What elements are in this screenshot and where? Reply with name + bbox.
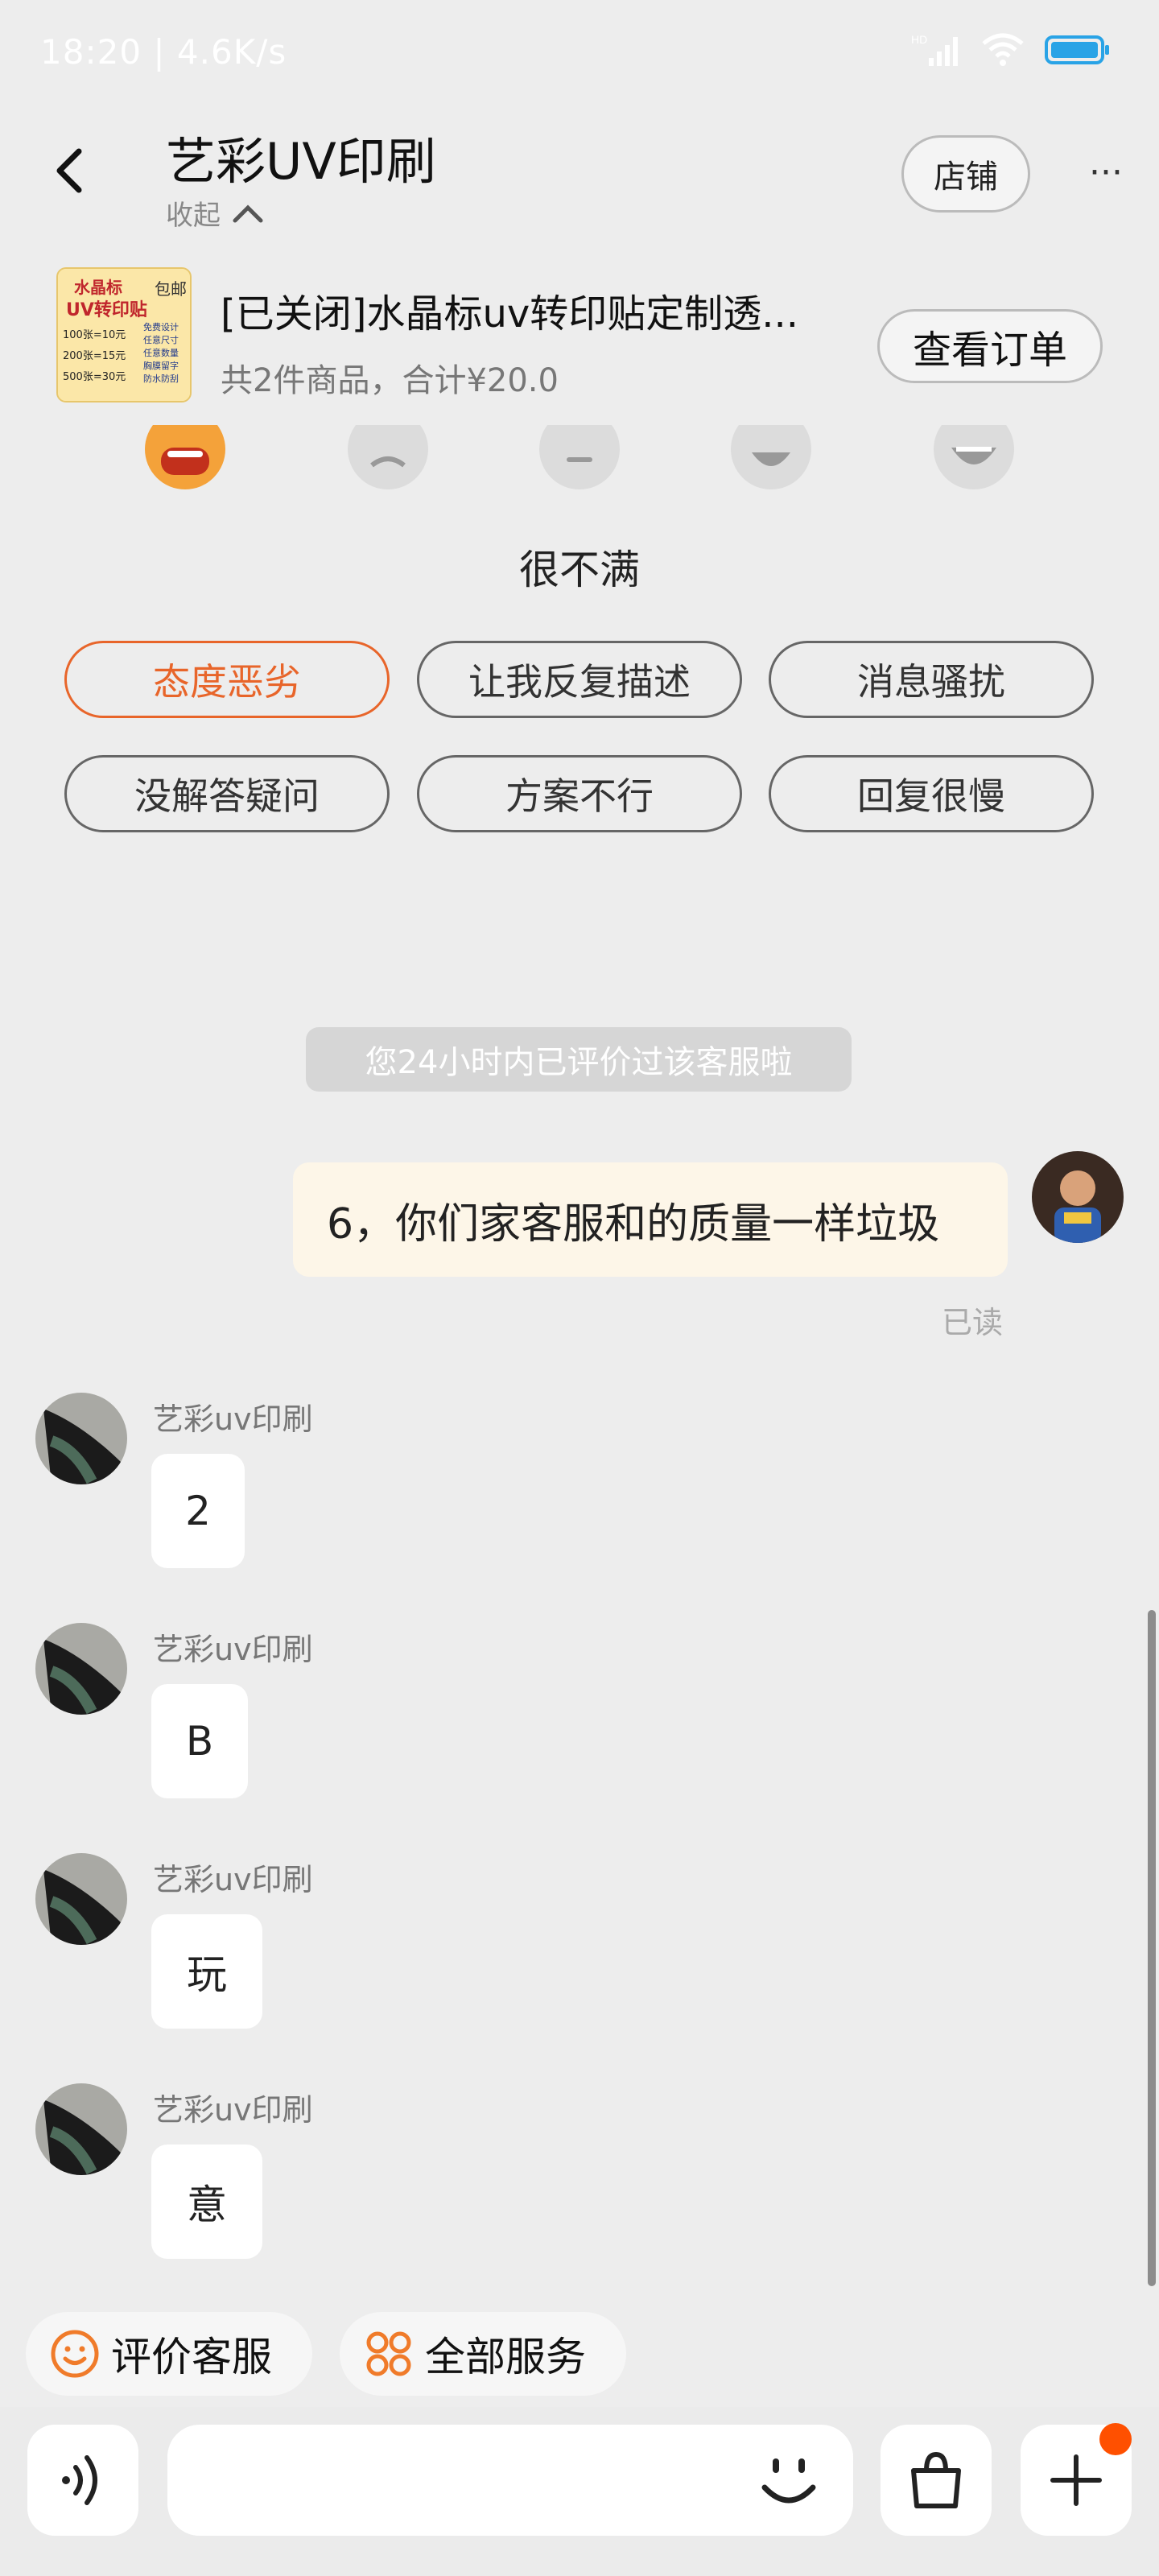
grid-icon — [366, 2331, 411, 2376]
very-happy-face-icon[interactable] — [934, 409, 1014, 497]
collapse-label: 收起 — [166, 200, 221, 232]
hd-label: HD — [911, 33, 927, 46]
emoji-icon — [761, 2458, 816, 2504]
more-icon[interactable]: ··· — [1087, 152, 1125, 193]
thumb-badge: 包邮 — [155, 279, 187, 299]
thumb-headline2: UV转印贴 — [66, 299, 147, 320]
thumb-feature-3: 任意数量 — [143, 347, 179, 358]
voice-icon — [62, 2455, 97, 2505]
all-services-label: 全部服务 — [425, 2334, 586, 2380]
signal-icon: HD — [911, 33, 958, 66]
tag-bad-solution[interactable]: 方案不行 — [417, 755, 742, 832]
tag-repeat-describe[interactable]: 让我反复描述 — [417, 641, 742, 718]
sender-name: 艺彩uv印刷 — [153, 2092, 313, 2128]
plus-icon — [1050, 2454, 1102, 2506]
tag-message-harassment[interactable]: 消息骚扰 — [769, 641, 1094, 718]
sad-face-icon[interactable] — [348, 409, 428, 497]
shop-title: 艺彩UV印刷 — [166, 132, 436, 191]
chevron-up-icon — [233, 204, 263, 222]
wifi-icon — [982, 33, 1024, 66]
happy-face-icon[interactable] — [731, 409, 811, 497]
rate-service-chip[interactable]: 评价客服 — [26, 2312, 312, 2396]
my-avatar[interactable] — [1032, 1151, 1124, 1243]
thumb-line-1: 100张=10元 — [63, 329, 126, 341]
battery-icon — [1045, 35, 1109, 64]
store-button[interactable]: 店铺 — [901, 135, 1030, 213]
thumb-line-2: 200张=15元 — [63, 350, 126, 362]
product-image: 水晶标 包邮 UV转印贴 100张=10元 200张=15元 500张=30元 … — [58, 269, 190, 401]
seller-message-bubble[interactable]: 玩 — [151, 1914, 262, 2029]
thumb-line-3: 500张=30元 — [63, 371, 126, 383]
neutral-face-icon[interactable] — [539, 409, 620, 497]
all-services-chip[interactable]: 全部服务 — [340, 2312, 626, 2396]
shopping-bag-button[interactable] — [881, 2425, 992, 2536]
order-title[interactable]: [已关闭]水晶标uv转印贴定制透... — [221, 282, 872, 338]
thumb-feature-2: 任意尺寸 — [143, 334, 179, 345]
seller-avatar[interactable] — [35, 1393, 127, 1484]
thumb-feature-5: 防水防刮 — [143, 373, 179, 384]
system-notice: 您24小时内已评价过该客服啦 — [306, 1027, 852, 1092]
seller-message-bubble[interactable]: 2 — [151, 1454, 245, 1568]
seller-avatar[interactable] — [35, 1623, 127, 1715]
product-thumbnail[interactable]: 水晶标 包邮 UV转印贴 100张=10元 200张=15元 500张=30元 … — [56, 267, 192, 402]
scrollbar[interactable] — [1148, 1610, 1156, 2286]
back-icon — [56, 148, 82, 193]
thumb-feature-4: 胸膜留字 — [143, 360, 179, 371]
rate-service-label: 评价客服 — [111, 2334, 272, 2380]
seller-avatar[interactable] — [35, 1853, 127, 1945]
notification-dot — [1099, 2423, 1132, 2455]
tag-slow-reply[interactable]: 回复很慢 — [769, 755, 1094, 832]
read-status: 已读 — [942, 1305, 1004, 1340]
order-summary: 共2件商品，合计¥20.0 — [221, 362, 559, 399]
rating-label: 很不满 — [519, 547, 640, 593]
angry-face-icon[interactable] — [145, 409, 225, 497]
thumb-headline: 水晶标 — [74, 278, 122, 297]
emoji-button[interactable] — [749, 2441, 829, 2521]
collapse-toggle[interactable]: 收起 — [166, 193, 264, 233]
status-icons: HD — [911, 32, 1111, 68]
seller-avatar[interactable] — [35, 2083, 127, 2175]
view-order-button[interactable]: 查看订单 — [877, 309, 1103, 383]
sender-name: 艺彩uv印刷 — [153, 1402, 313, 1437]
thumb-feature-1: 免费设计 — [143, 321, 179, 332]
bag-icon — [911, 2451, 961, 2508]
seller-message-bubble[interactable]: B — [151, 1684, 248, 1798]
sender-name: 艺彩uv印刷 — [153, 1632, 313, 1667]
my-message-bubble[interactable]: 6，你们家客服和的质量一样垃圾 — [293, 1162, 1008, 1277]
status-time: 18:20 | 4.6K/s — [40, 32, 287, 72]
smile-icon — [51, 2330, 99, 2378]
tag-bad-attitude[interactable]: 态度恶劣 — [64, 641, 390, 718]
tag-no-answer[interactable]: 没解答疑问 — [64, 755, 390, 832]
voice-button[interactable] — [27, 2425, 138, 2536]
seller-message-bubble[interactable]: 意 — [151, 2145, 262, 2259]
back-button[interactable] — [45, 138, 93, 203]
sender-name: 艺彩uv印刷 — [153, 1862, 313, 1897]
